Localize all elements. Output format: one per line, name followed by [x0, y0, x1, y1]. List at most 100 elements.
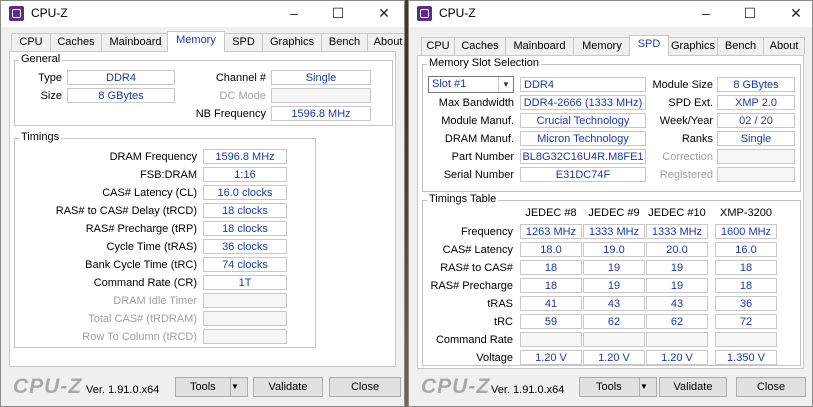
timings-row-label: RAS# Precharge: [430, 280, 513, 292]
tools-button[interactable]: Tools ▼: [175, 377, 248, 397]
group-title: Timings Table: [427, 193, 499, 205]
close-icon[interactable]: ✕: [373, 4, 395, 22]
cpuz-logo: CPU-Z: [421, 375, 491, 398]
cpuz-app-icon: [9, 6, 24, 21]
tab-mainboard[interactable]: Mainboard: [101, 33, 170, 51]
module-size-label: Module Size: [652, 79, 713, 91]
timings-cell: 1600 MHz: [715, 224, 777, 239]
timings-row-label: tRAS: [487, 298, 513, 310]
window-title: CPU-Z: [31, 6, 68, 20]
memory-slot-group: Memory Slot Selection Slot #1 ▼ DDR4 Mod…: [422, 57, 801, 192]
tab-graphics[interactable]: Graphics: [262, 33, 322, 51]
timings-cell: [715, 332, 777, 347]
type-label: Type: [38, 72, 62, 84]
timings-cell: 1.20 V: [520, 350, 582, 365]
timing-value: 18 clocks: [203, 203, 287, 218]
timings-cell: 19: [583, 260, 645, 275]
close-button[interactable]: Close: [736, 377, 806, 397]
tab-caches[interactable]: Caches: [454, 37, 506, 55]
timings-row-label: Frequency: [461, 226, 513, 238]
timing-value: 1:16: [203, 167, 287, 182]
chevron-down-icon[interactable]: ▼: [498, 77, 513, 92]
timings-column-header: JEDEC #9: [588, 207, 640, 219]
timings-row-label: tRC: [494, 316, 513, 328]
tab-mainboard[interactable]: Mainboard: [505, 37, 574, 55]
timing-label: Total CAS# (tRDRAM): [88, 313, 197, 325]
timing-value: [203, 329, 287, 344]
spd-ext-value: XMP 2.0: [717, 95, 795, 110]
tab-graphics[interactable]: Graphics: [668, 37, 718, 55]
timings-cell: 18: [715, 278, 777, 293]
timings-column-header: JEDEC #8: [525, 207, 577, 219]
timing-value: 36 clocks: [203, 239, 287, 254]
timings-cell: 1333 MHz: [583, 224, 645, 239]
cpuz-window-spd: CPU-Z – ☐ ✕ CPU Caches Mainboard Memory …: [408, 0, 813, 407]
timing-label: RAS# to CAS# Delay (tRCD): [55, 205, 197, 217]
ranks-value: Single: [717, 131, 795, 146]
timing-value: 18 clocks: [203, 221, 287, 236]
timings-cell: [520, 332, 582, 347]
window-title: CPU-Z: [439, 6, 476, 20]
timings-cell: 43: [583, 296, 645, 311]
timings-cell: 62: [646, 314, 708, 329]
week-year-value: 02 / 20: [717, 113, 795, 128]
minimize-icon[interactable]: –: [283, 4, 305, 22]
validate-button[interactable]: Validate: [659, 377, 727, 397]
tab-spd[interactable]: SPD: [629, 35, 669, 56]
tab-about[interactable]: About: [763, 37, 805, 55]
timing-value: [203, 293, 287, 308]
tools-label: Tools: [190, 381, 216, 393]
timings-cell: 20.0: [646, 242, 708, 257]
tab-cpu[interactable]: CPU: [11, 33, 51, 51]
maximize-icon[interactable]: ☐: [327, 4, 349, 22]
timing-value: 1596.8 MHz: [203, 149, 287, 164]
title-bar[interactable]: CPU-Z – ☐ ✕: [1, 1, 404, 27]
maximize-icon[interactable]: ☐: [739, 4, 761, 22]
tab-bench[interactable]: Bench: [717, 37, 764, 55]
timing-label: DRAM Idle Timer: [113, 295, 197, 307]
timing-value: [203, 311, 287, 326]
tab-cpu[interactable]: CPU: [421, 37, 455, 55]
title-bar[interactable]: CPU-Z – ☐ ✕: [409, 1, 812, 27]
nb-frequency-value: 1596.8 MHz: [271, 106, 371, 121]
version-text: Ver. 1.91.0.x64: [491, 384, 565, 396]
validate-button[interactable]: Validate: [253, 377, 323, 397]
chevron-down-icon[interactable]: ▼: [230, 378, 247, 396]
chevron-down-icon[interactable]: ▼: [639, 378, 656, 396]
timings-cell: 18: [715, 260, 777, 275]
tab-caches[interactable]: Caches: [50, 33, 102, 51]
timing-value: 74 clocks: [203, 257, 287, 272]
nb-frequency-label: NB Frequency: [195, 108, 266, 120]
group-title: Memory Slot Selection: [427, 57, 542, 69]
tab-memory[interactable]: Memory: [167, 31, 225, 52]
serial-number-value: E31DC74F: [520, 167, 646, 182]
module-manuf-value: Crucial Technology: [520, 113, 646, 128]
registered-value: [717, 167, 795, 182]
minimize-icon[interactable]: –: [695, 4, 717, 22]
timings-row-label: RAS# to CAS#: [440, 262, 513, 274]
timings-row-label: CAS# Latency: [442, 244, 513, 256]
close-icon[interactable]: ✕: [785, 4, 807, 22]
tab-memory[interactable]: Memory: [573, 37, 631, 55]
timing-label: Row To Column (tRCD): [82, 331, 197, 343]
timings-cell: 18: [520, 278, 582, 293]
timings-cell: 1.350 V: [715, 350, 777, 365]
close-button[interactable]: Close: [329, 377, 401, 397]
tab-about[interactable]: About: [367, 33, 404, 51]
spd-panel: Memory Slot Selection Slot #1 ▼ DDR4 Mod…: [417, 55, 804, 369]
timings-row-label: Voltage: [476, 352, 513, 364]
correction-label: Correction: [662, 151, 713, 163]
timings-cell: 19.0: [583, 242, 645, 257]
tab-spd[interactable]: SPD: [224, 33, 263, 51]
timings-cell: 1.20 V: [646, 350, 708, 365]
slot-select[interactable]: Slot #1 ▼: [428, 76, 514, 93]
tools-button[interactable]: Tools ▼: [579, 377, 657, 397]
registered-label: Registered: [659, 169, 713, 181]
timings-cell: 43: [646, 296, 708, 311]
spd-ext-label: SPD Ext.: [668, 97, 713, 109]
timings-cell: 41: [520, 296, 582, 311]
timing-label: FSB:DRAM: [140, 169, 197, 181]
timings-cell: 19: [583, 278, 645, 293]
tab-bench[interactable]: Bench: [321, 33, 368, 51]
timings-table-group: Timings Table JEDEC #8 JEDEC #9 JEDEC #10 X…: [422, 193, 801, 366]
